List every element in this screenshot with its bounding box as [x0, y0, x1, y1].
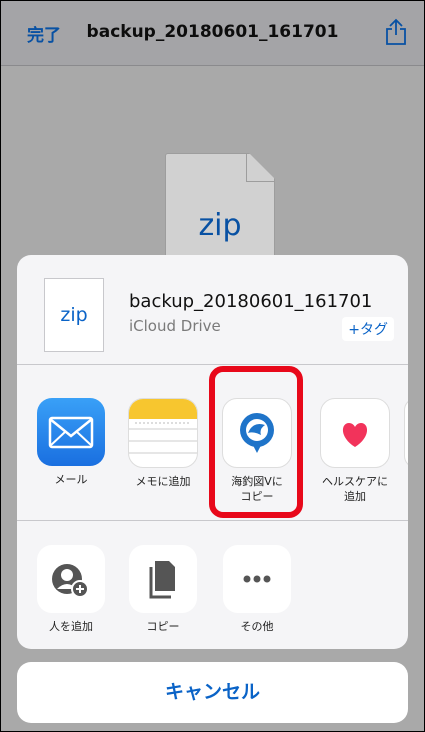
share-app-mail[interactable]: メール — [31, 398, 111, 487]
action-copy[interactable]: コピー — [123, 545, 203, 634]
action-label: 人を追加 — [49, 620, 93, 633]
share-app-label: ヘルスケアに 追加 — [315, 474, 395, 504]
file-name: backup_20180601_161701 — [129, 291, 373, 312]
action-row: 人を追加 コピー その他 — [17, 521, 408, 649]
share-app-label-line1: ヘルスケアに — [322, 475, 388, 488]
file-location: iCloud Drive — [129, 317, 221, 335]
share-app-label: メモに追加 — [135, 475, 191, 488]
screen: 完了 backup_20180601_161701 zip zip backup… — [0, 0, 425, 732]
share-app-label-line2: 追加 — [344, 490, 366, 503]
share-header: zip backup_20180601_161701 iCloud Drive … — [17, 255, 408, 365]
copy-icon — [129, 545, 197, 613]
cancel-button[interactable]: キャンセル — [17, 662, 408, 723]
more-icon — [223, 545, 291, 613]
share-app-notes[interactable]: メモに追加 — [123, 398, 203, 489]
next-app-edge — [404, 398, 408, 468]
action-more[interactable]: その他 — [217, 545, 297, 634]
share-app-health[interactable]: ヘルスケアに 追加 — [315, 398, 395, 504]
action-label: コピー — [146, 620, 180, 633]
action-add-people[interactable]: 人を追加 — [31, 545, 111, 634]
health-icon — [320, 398, 390, 468]
action-label: その他 — [240, 620, 274, 633]
file-thumbnail-label: zip — [60, 304, 88, 326]
notes-icon — [128, 398, 198, 468]
mail-icon — [37, 398, 105, 466]
share-app-label: メール — [54, 473, 88, 486]
file-thumbnail: zip — [44, 278, 104, 352]
add-tag-button[interactable]: +タグ — [342, 317, 394, 341]
add-people-icon — [37, 545, 105, 613]
highlight-frame — [209, 366, 303, 518]
